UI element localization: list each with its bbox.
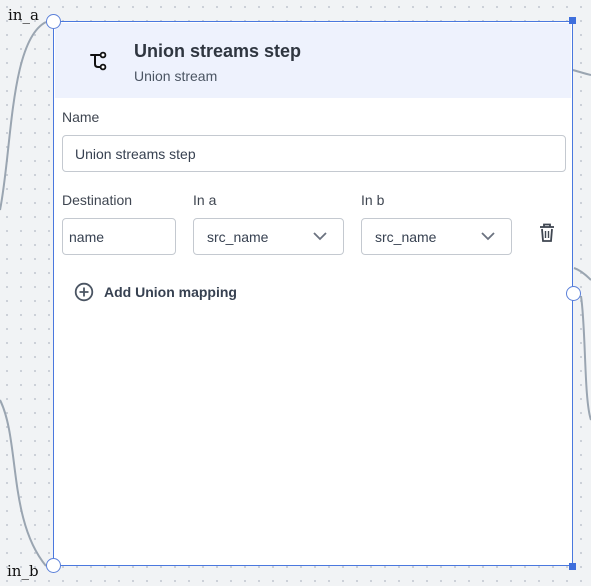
in-b-label: In b bbox=[361, 192, 385, 208]
output-handle[interactable] bbox=[566, 286, 581, 301]
union-streams-node[interactable]: Union streams step Union stream Name Des… bbox=[53, 21, 573, 566]
edge-out bbox=[573, 267, 591, 281]
plus-circle-icon bbox=[74, 282, 94, 302]
edge-in-b bbox=[0, 399, 47, 567]
resize-handle-top-right[interactable] bbox=[569, 17, 576, 24]
in-a-select[interactable]: src_name bbox=[193, 218, 344, 255]
input-handle-in-a[interactable] bbox=[46, 14, 61, 29]
union-merge-icon bbox=[90, 51, 107, 71]
edge-out-lower bbox=[580, 295, 591, 421]
in-a-label: In a bbox=[193, 192, 217, 208]
input-handle-in-b[interactable] bbox=[46, 558, 61, 573]
in-b-select[interactable]: src_name bbox=[361, 218, 512, 255]
delete-mapping-trash-icon[interactable] bbox=[538, 222, 556, 244]
name-input[interactable] bbox=[62, 135, 566, 172]
in-b-select-value: src_name bbox=[375, 229, 437, 245]
edge-out-top bbox=[572, 69, 591, 76]
chevron-down-icon bbox=[481, 232, 495, 241]
node-subtitle: Union stream bbox=[134, 68, 218, 84]
add-union-mapping-label: Add Union mapping bbox=[104, 284, 237, 300]
destination-label: Destination bbox=[62, 192, 133, 208]
chevron-down-icon bbox=[313, 232, 327, 241]
resize-handle-bottom-right[interactable] bbox=[569, 563, 576, 570]
add-union-mapping-button[interactable]: Add Union mapping bbox=[74, 280, 237, 304]
port-label-in-a: in_a bbox=[8, 6, 39, 24]
node-header: Union streams step Union stream bbox=[55, 23, 571, 98]
name-label: Name bbox=[62, 109, 100, 125]
edge-in-a bbox=[0, 21, 47, 211]
port-label-in-b: in_b bbox=[7, 562, 39, 580]
in-a-select-value: src_name bbox=[207, 229, 269, 245]
node-title: Union streams step bbox=[134, 41, 302, 61]
destination-input[interactable] bbox=[62, 218, 176, 255]
